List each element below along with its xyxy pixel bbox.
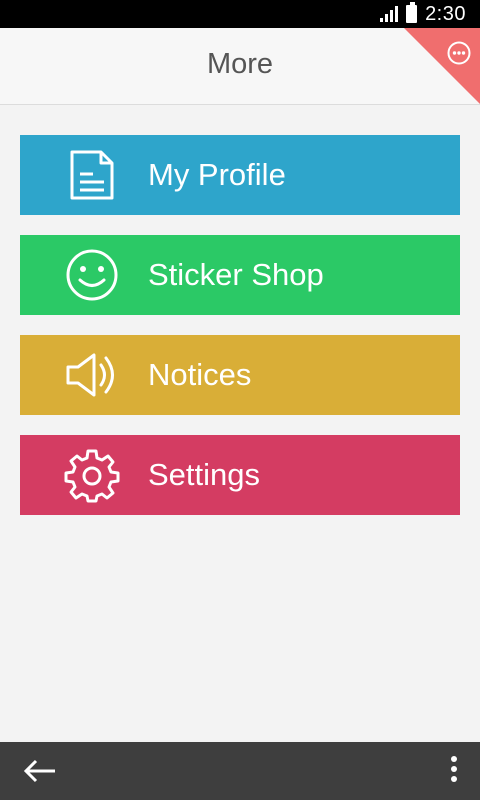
gear-icon <box>64 447 120 503</box>
more-options-badge[interactable] <box>404 28 480 104</box>
menu-item-label: My Profile <box>148 157 286 192</box>
menu-item-sticker-shop[interactable]: Sticker Shop <box>20 235 460 315</box>
back-button[interactable] <box>22 756 58 786</box>
signal-icon <box>380 6 399 22</box>
menu-item-settings[interactable]: Settings <box>20 435 460 515</box>
overflow-menu-button[interactable] <box>448 756 460 788</box>
header: More <box>0 28 480 105</box>
menu-item-my-profile[interactable]: My Profile <box>20 135 460 215</box>
menu-item-notices[interactable]: Notices <box>20 335 460 415</box>
back-arrow-icon <box>23 759 55 783</box>
overflow-menu-icon <box>451 756 457 762</box>
smiley-icon <box>64 247 120 303</box>
menu-item-label: Notices <box>148 357 252 392</box>
battery-icon <box>406 2 418 23</box>
menu-item-label: Settings <box>148 457 261 492</box>
bottom-nav-bar <box>0 742 480 800</box>
menu-list: My Profile Sticker Shop Notices Settings <box>20 135 460 535</box>
speaker-icon <box>64 347 120 403</box>
document-icon <box>64 147 120 203</box>
menu-item-label: Sticker Shop <box>148 257 324 292</box>
status-time: 2:30 <box>425 2 466 25</box>
status-bar: 2:30 <box>0 0 480 28</box>
